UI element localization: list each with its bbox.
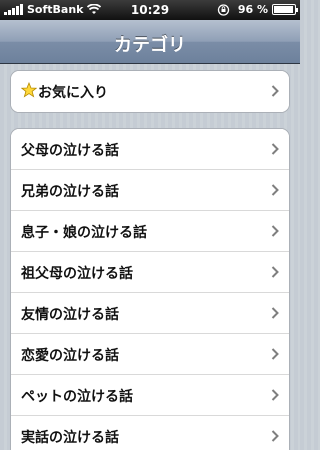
chevron-right-icon <box>271 225 279 237</box>
favorites-group: お気に入り <box>10 70 290 113</box>
category-label: 父母の泣ける話 <box>21 143 119 159</box>
battery-percent: 96 % <box>237 3 268 16</box>
rotation-lock-icon <box>217 3 229 16</box>
category-row[interactable]: 友情の泣ける話 <box>11 293 289 334</box>
navigation-bar: カテゴリ <box>0 20 300 64</box>
chevron-right-icon <box>271 307 279 319</box>
battery-icon <box>272 4 298 15</box>
category-label: 実話の泣ける話 <box>21 430 119 446</box>
favorites-row[interactable]: お気に入り <box>11 71 289 112</box>
chevron-right-icon <box>271 85 279 97</box>
category-label: ペットの泣ける話 <box>21 389 133 405</box>
favorites-label: お気に入り <box>38 85 108 101</box>
category-list: 父母の泣ける話 兄弟の泣ける話息子・娘の泣ける話 祖父母の泣ける話 友情の泣ける話 恋愛… <box>10 128 290 450</box>
page-title: カテゴリ <box>114 35 186 56</box>
category-row[interactable]: 恋愛の泣ける話 <box>11 334 289 375</box>
category-row[interactable]: 兄弟の泣ける話 <box>11 170 289 211</box>
chevron-right-icon <box>271 389 279 401</box>
chevron-right-icon <box>271 266 279 278</box>
category-label: 兄弟の泣ける話 <box>21 184 119 200</box>
star-icon <box>21 82 37 98</box>
status-bar: SoftBank 10:29 96 % <box>0 0 300 20</box>
category-label: 友情の泣ける話 <box>21 307 119 323</box>
chevron-right-icon <box>271 184 279 196</box>
category-row[interactable]: ペットの泣ける話 <box>11 375 289 416</box>
category-label: 恋愛の泣ける話 <box>21 348 119 364</box>
category-row[interactable]: 実話の泣ける話 <box>11 416 289 450</box>
category-label: 息子・娘の泣ける話 <box>21 225 147 241</box>
chevron-right-icon <box>271 430 279 442</box>
category-label: 祖父母の泣ける話 <box>21 266 133 282</box>
category-row[interactable]: 祖父母の泣ける話 <box>11 252 289 293</box>
chevron-right-icon <box>271 348 279 360</box>
category-row[interactable]: 息子・娘の泣ける話 <box>11 211 289 252</box>
chevron-right-icon <box>271 143 279 155</box>
category-row[interactable]: 父母の泣ける話 <box>11 129 289 170</box>
